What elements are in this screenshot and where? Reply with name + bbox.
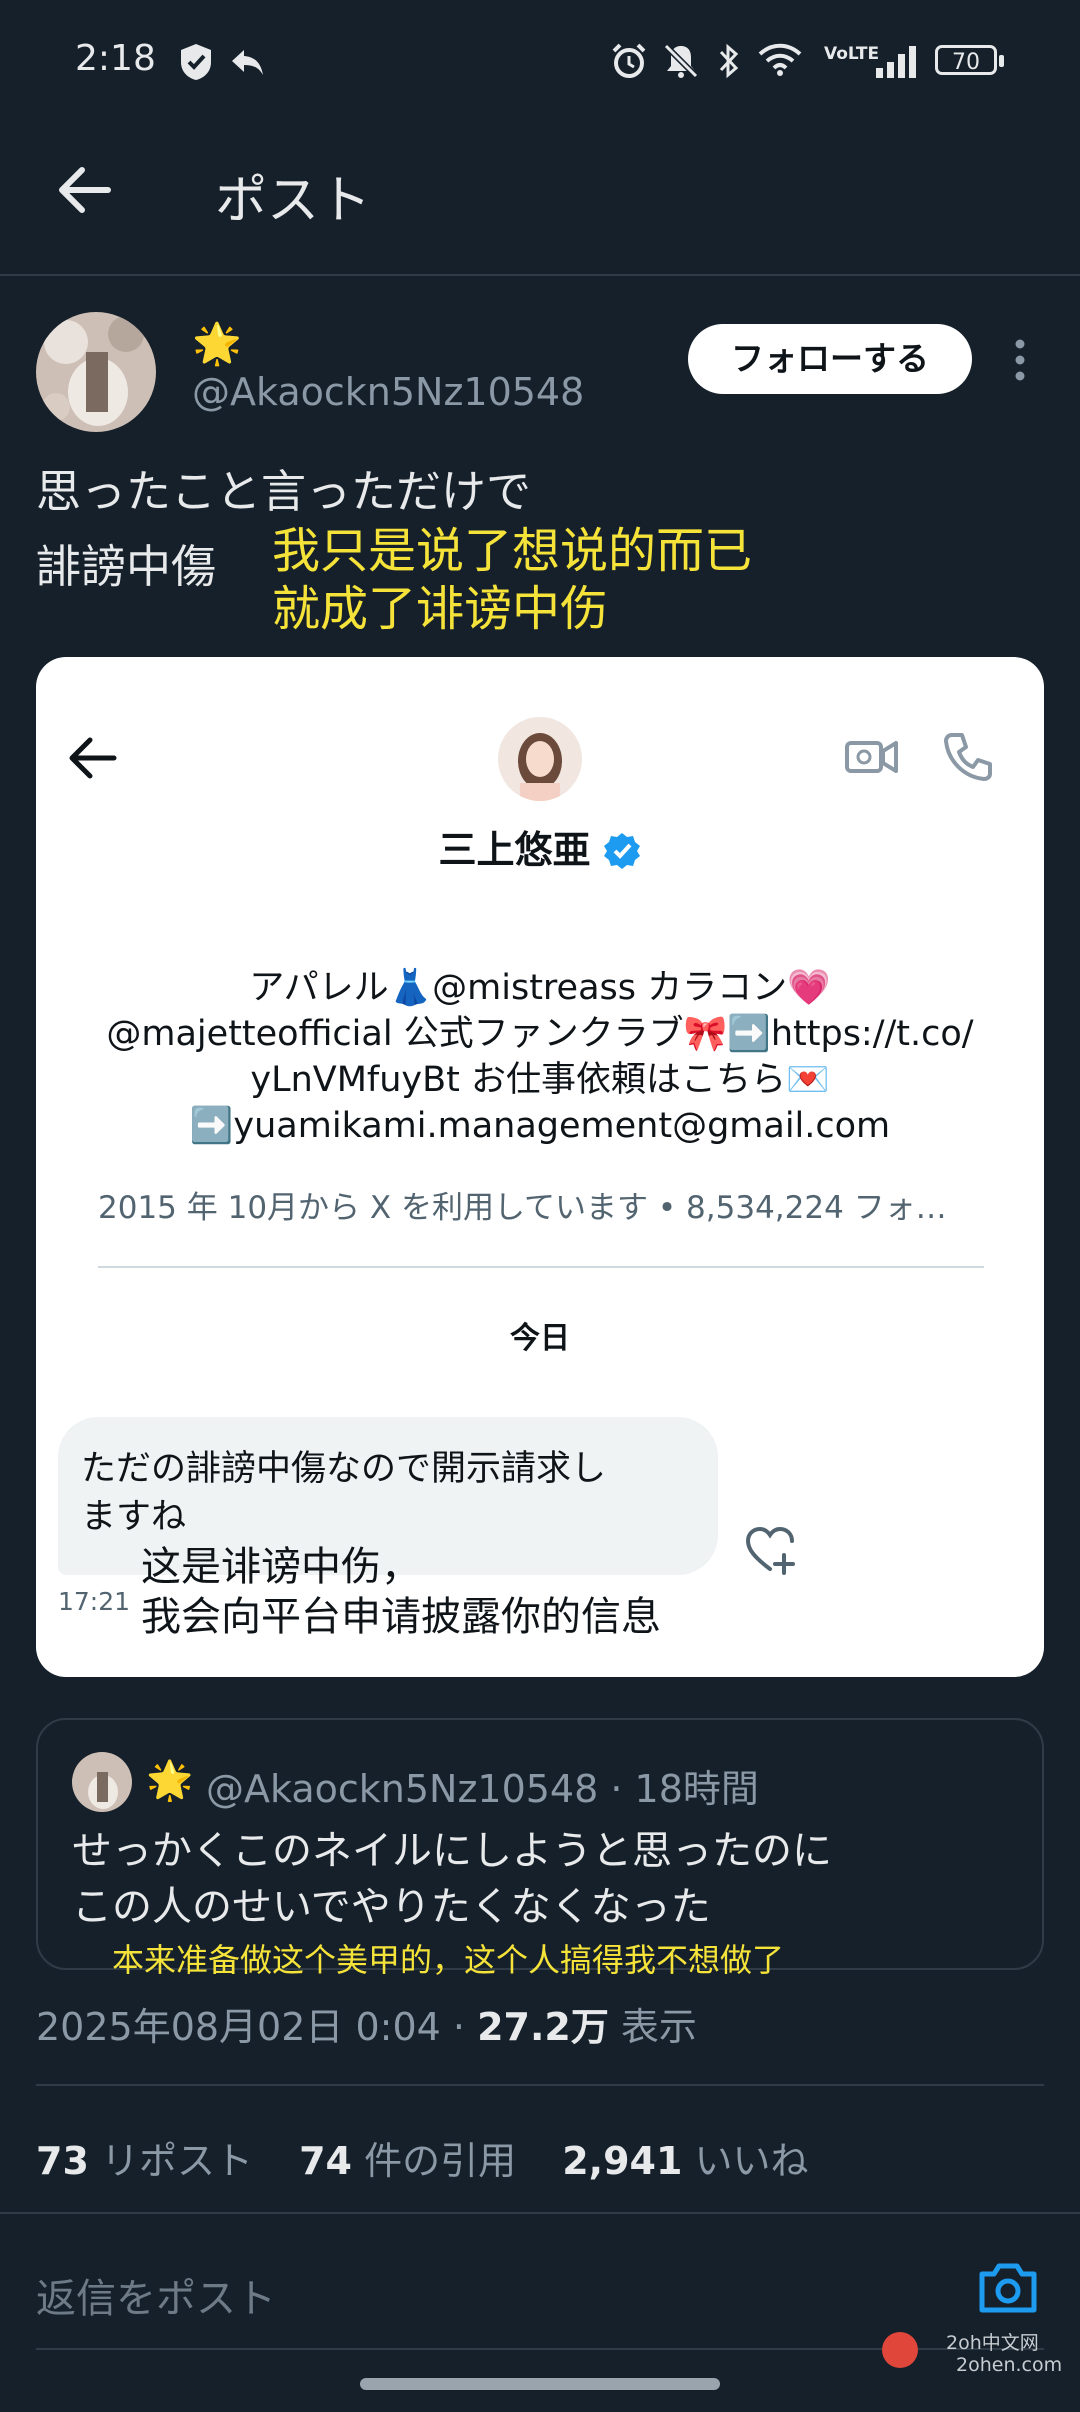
follow-button[interactable]: フォローする — [688, 324, 972, 394]
wifi-icon — [758, 43, 802, 76]
translation-overlay-line1: 我只是说了想说的而已 — [272, 523, 753, 579]
reply-arrow-icon — [232, 50, 263, 75]
message-translation-line1: 这是诽谤中伤， — [141, 1544, 421, 1590]
camera-icon[interactable] — [976, 2260, 1040, 2316]
status-time: 2:18 — [75, 38, 156, 79]
quoted-post-text-line1: せっかくこのネイルにしようと思ったのに — [72, 1828, 832, 1874]
quoted-post-time: · 18時間 — [610, 1767, 759, 1811]
post-text-line1: 思ったこと言っただけで — [36, 465, 532, 518]
message-text: ただの誹謗中傷なので開示請求し ますね — [81, 1445, 681, 1541]
post-timestamp: 2025年08月02日 0:04 · 27.2万 表示 — [36, 1996, 697, 2051]
reposts-stat[interactable]: 73 リポスト — [36, 2139, 253, 2183]
quotes-label: 件の引用 — [364, 2139, 517, 2183]
attached-image[interactable]: 三上悠亜 アパレル👗@mistreass カラコン💗 @majetteoffic… — [36, 657, 1044, 1677]
profile-bio-line1: アパレル👗@mistreass カラコン💗 — [249, 968, 831, 1008]
back-arrow-icon — [69, 737, 117, 779]
alarm-icon — [612, 43, 646, 78]
day-label: 今日 — [510, 1321, 570, 1356]
engagement-stats: 73 リポスト 74 件の引用 2,941 いいね — [36, 2130, 809, 2185]
profile-meta: 2015 年 10月から X を利用しています • 8,534,224 フォ… — [98, 1190, 947, 1226]
reposts-label: リポスト — [100, 2139, 253, 2183]
header-divider — [0, 274, 1080, 276]
shield-icon — [181, 44, 211, 80]
quoted-badge-emoji: 🌟 — [146, 1758, 194, 1802]
phone-icon — [944, 733, 992, 781]
page-title: ポスト — [215, 171, 372, 231]
watermark: 2oh中文网 2ohen.com — [882, 2332, 1062, 2376]
watermark-logo-icon — [882, 2332, 918, 2368]
bluetooth-icon — [719, 43, 739, 79]
quoted-post-text-line2: この人のせいでやりたくなくなった — [72, 1884, 711, 1930]
profile-bio-line4: ➡️yuamikami.management@gmail.com — [189, 1106, 891, 1146]
divider — [0, 2212, 1080, 2214]
status-bar: 2:18 VoLTE 70 — [0, 0, 1080, 125]
reposts-count: 73 — [36, 2139, 89, 2183]
post-date: 2025年08月02日 0:04 · — [36, 2005, 478, 2049]
mute-icon — [663, 43, 699, 79]
battery-indicator: 70 — [935, 45, 1004, 75]
verified-badge-icon — [603, 833, 640, 869]
video-call-icon — [845, 741, 898, 773]
profile-bio-line2: @majetteofficial 公式ファンクラブ🎀➡️https://t.co… — [106, 1014, 974, 1054]
add-reaction-heart-icon — [745, 1526, 795, 1575]
quoted-post-text: せっかくこのネイルにしようと思ったのに この人のせいでやりたくなくなった — [72, 1823, 832, 1935]
reply-input[interactable]: 返信をポスト — [36, 2266, 276, 2324]
profile-avatar — [498, 717, 582, 801]
more-options-icon[interactable] — [1010, 336, 1030, 384]
translation-overlay-line2: 就成了诽谤中伤 — [272, 581, 609, 637]
gesture-bar[interactable] — [360, 2378, 720, 2390]
divider — [36, 2084, 1044, 2086]
message-line1: ただの誹謗中傷なので開示請求し — [81, 1449, 607, 1489]
quotes-count: 74 — [299, 2139, 352, 2183]
likes-label: いいね — [694, 2139, 809, 2183]
views-label: 表示 — [608, 2005, 697, 2049]
message-line2: ますね — [81, 1497, 187, 1537]
signal-icon — [876, 46, 916, 78]
views-count: 27.2万 — [477, 2005, 609, 2049]
likes-count: 2,941 — [562, 2139, 683, 2183]
watermark-line2: 2ohen.com — [956, 2354, 1063, 2376]
badge-emoji: 🌟 — [192, 321, 242, 367]
message-translation: 这是诽谤中伤， 我会向平台申请披露你的信息 — [141, 1542, 661, 1642]
post-handle[interactable]: @Akaockn5Nz10548 — [192, 370, 584, 414]
quoted-post-avatar — [72, 1752, 132, 1812]
likes-stat[interactable]: 2,941 いいね — [562, 2139, 808, 2183]
profile-bio-line3: yLnVMfuyBt お仕事依頼はこちら💌 — [250, 1060, 830, 1100]
divider — [98, 1266, 984, 1268]
message-translation-line2: 我会向平台申请披露你的信息 — [141, 1594, 661, 1640]
quoted-post-header: @Akaockn5Nz10548 · 18時間 — [206, 1758, 759, 1813]
volte-indicator: VoLTE — [824, 44, 880, 64]
back-arrow-icon[interactable] — [56, 164, 112, 216]
avatar[interactable] — [36, 312, 156, 432]
post-text-line2: 誹謗中傷 — [36, 540, 217, 593]
quoted-post-handle: @Akaockn5Nz10548 — [206, 1767, 599, 1811]
quotes-stat[interactable]: 74 件の引用 — [299, 2139, 516, 2183]
profile-name: 三上悠亜 — [438, 828, 591, 872]
watermark-line1: 2oh中文网 — [946, 2332, 1039, 2354]
quoted-post-translation: 本来准备做这个美甲的，这个人搞得我不想做了 — [112, 1941, 785, 1979]
message-time: 17:21 — [58, 1587, 131, 1616]
